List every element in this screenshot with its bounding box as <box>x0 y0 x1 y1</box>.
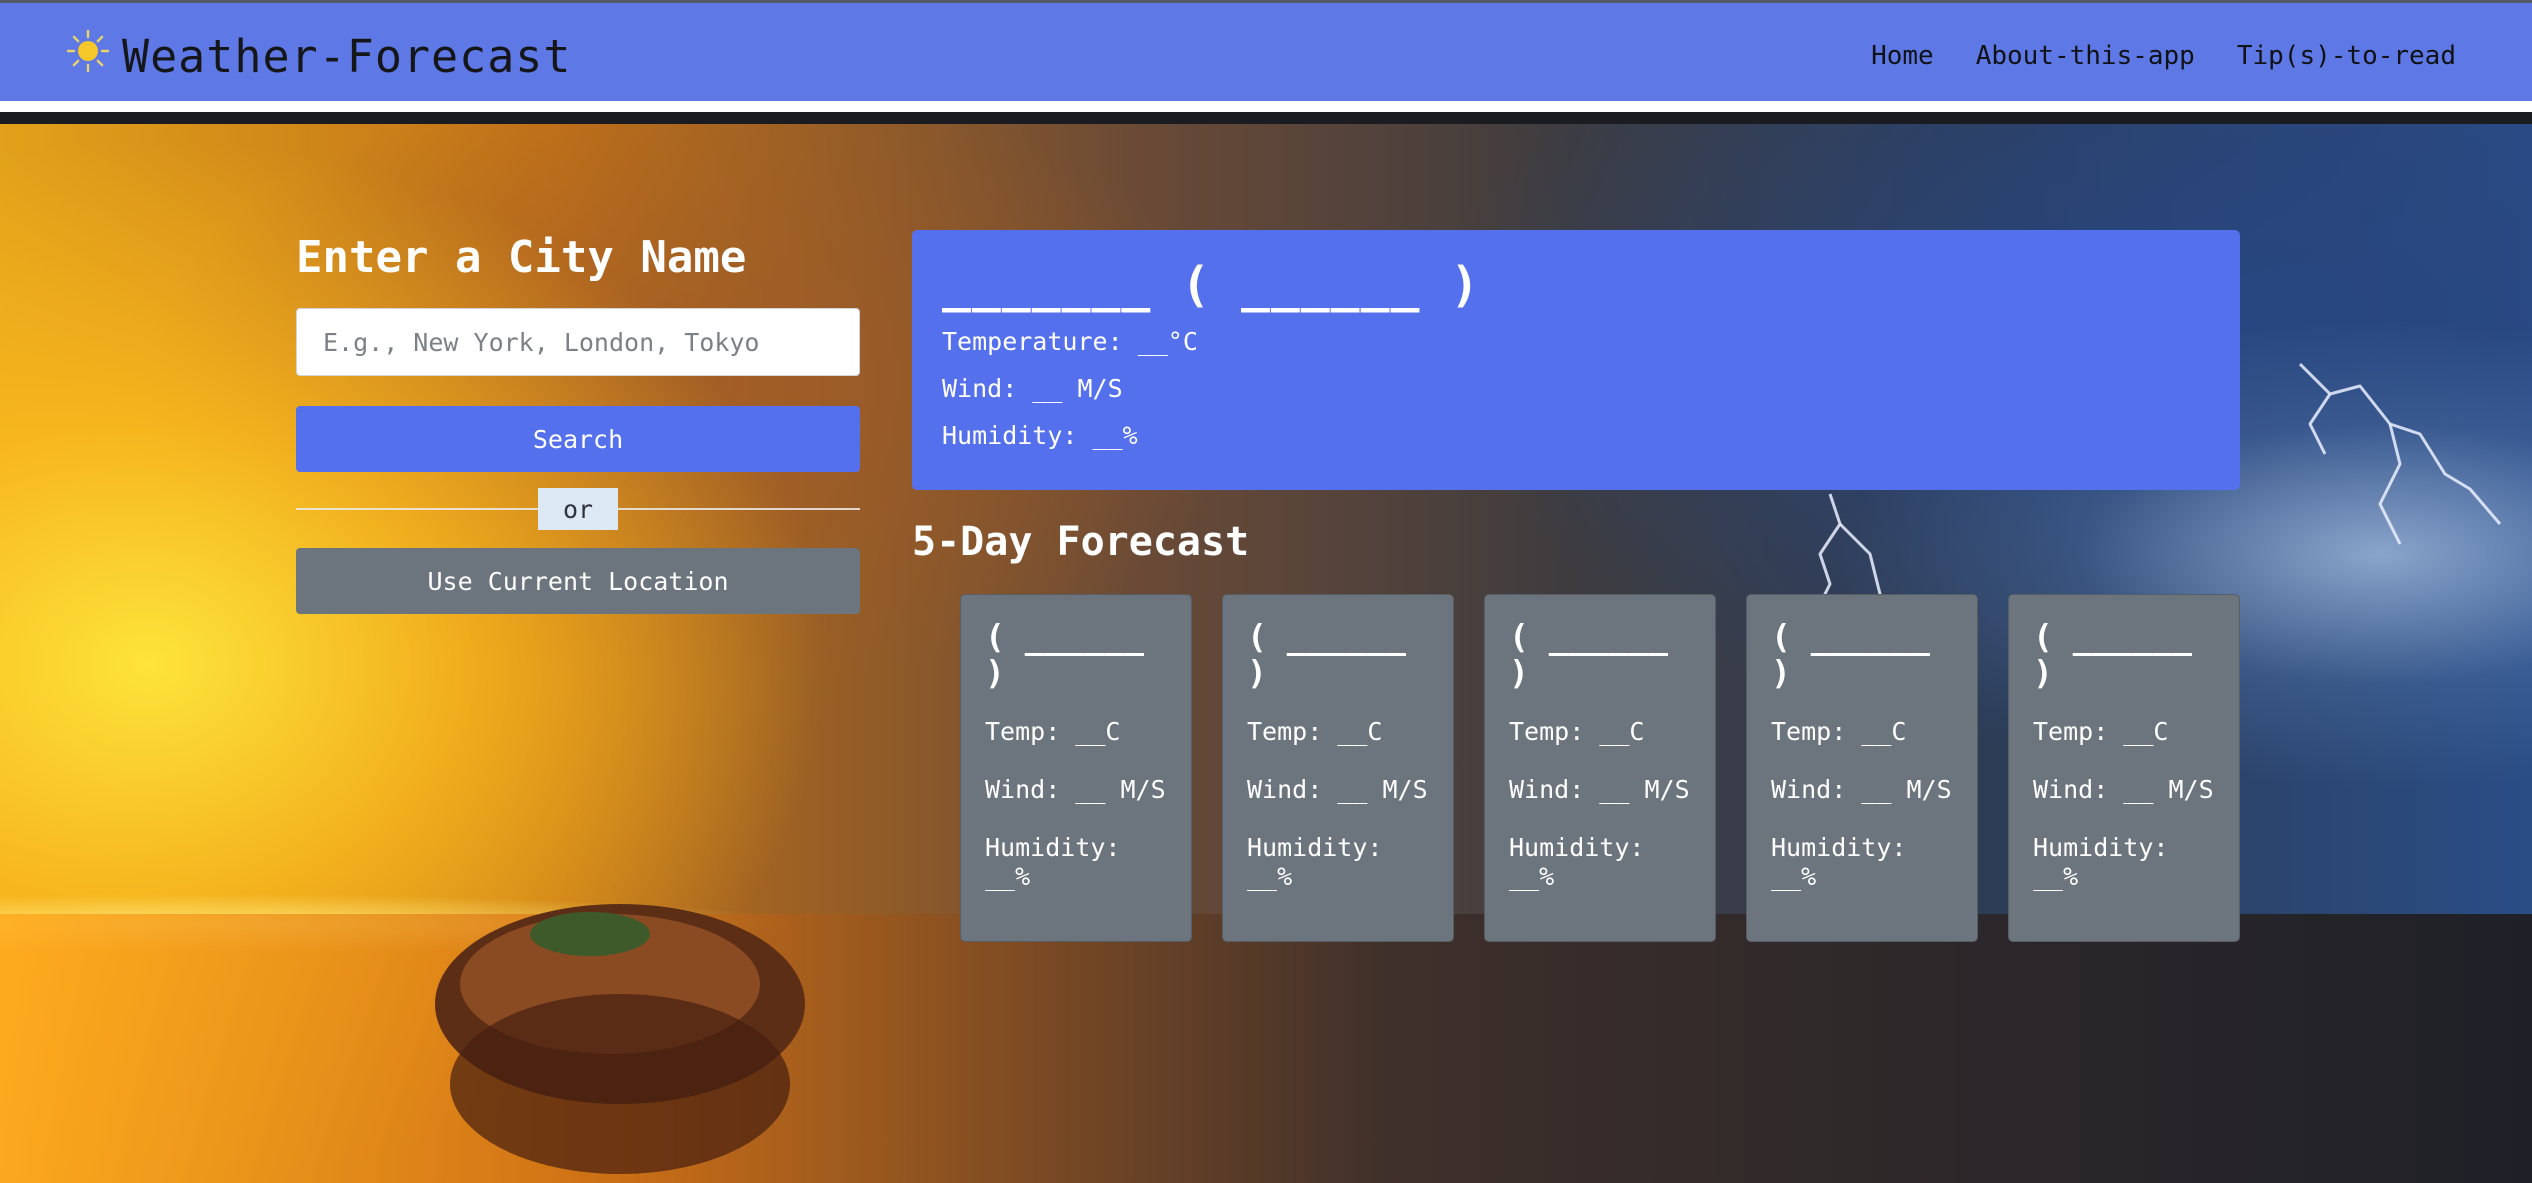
forecast-wind: Wind: __ M/S <box>1247 775 1428 804</box>
forecast-wind: Wind: __ M/S <box>2033 775 2214 804</box>
current-weather-card: _______ ( ______ ) Temperature: __°C Win… <box>912 230 2240 490</box>
forecast-date: ( ______ ) <box>1247 617 1406 692</box>
forecast-wind: Wind: __ M/S <box>1771 775 1952 804</box>
forecast-temp: Temp: __C <box>985 717 1121 746</box>
forecast-humidity: Humidity: __% <box>1771 833 1907 891</box>
forecast-temp: Temp: __C <box>1509 717 1645 746</box>
search-button[interactable]: Search <box>296 406 860 472</box>
forecast-temp: Temp: __C <box>2033 717 2169 746</box>
city-search-input[interactable] <box>296 308 860 376</box>
forecast-wind: Wind: __ M/S <box>1509 775 1690 804</box>
forecast-date: ( ______ ) <box>985 617 1144 692</box>
brand-title: Weather-Forecast <box>122 29 572 83</box>
brand[interactable]: Weather-Forecast <box>66 21 571 91</box>
forecast-temp: Temp: __C <box>1771 717 1907 746</box>
forecast-card: ( ______ ) Temp: __C Wind: __ M/S Humidi… <box>1746 594 1978 942</box>
sun-icon <box>66 29 110 84</box>
search-title: Enter a City Name <box>296 232 747 283</box>
search-panel: Enter a City Name Search or Use Current … <box>296 228 860 614</box>
forecast-wind: Wind: __ M/S <box>985 775 1166 804</box>
forecast-date: ( ______ ) <box>1509 617 1668 692</box>
current-city-date: _______ ( ______ ) <box>942 257 1481 313</box>
forecast-card: ( ______ ) Temp: __C Wind: __ M/S Humidi… <box>960 594 1192 942</box>
current-temperature: Temperature: __°C <box>942 327 1198 356</box>
forecast-humidity: Humidity: __% <box>1247 833 1383 891</box>
navbar: Weather-Forecast Home About-this-app Tip… <box>0 0 2532 112</box>
nav-link-tips[interactable]: Tip(s)-to-read <box>2237 41 2456 71</box>
forecast-date: ( ______ ) <box>2033 617 2192 692</box>
current-humidity: Humidity: __% <box>942 421 1138 450</box>
nav-link-home[interactable]: Home <box>1871 41 1934 71</box>
forecast-humidity: Humidity: __% <box>2033 833 2169 891</box>
nav-links: Home About-this-app Tip(s)-to-read <box>1871 41 2456 71</box>
nav-link-about[interactable]: About-this-app <box>1976 41 2195 71</box>
forecast-title: 5-Day Forecast <box>912 519 1250 565</box>
forecast-humidity: Humidity: __% <box>985 833 1121 891</box>
forecast-card: ( ______ ) Temp: __C Wind: __ M/S Humidi… <box>1222 594 1454 942</box>
forecast-row: ( ______ ) Temp: __C Wind: __ M/S Humidi… <box>960 594 2240 944</box>
use-current-location-button[interactable]: Use Current Location <box>296 548 860 614</box>
forecast-date: ( ______ ) <box>1771 617 1930 692</box>
forecast-card: ( ______ ) Temp: __C Wind: __ M/S Humidi… <box>1484 594 1716 942</box>
or-separator: or <box>538 488 618 530</box>
current-wind: Wind: __ M/S <box>942 374 1123 403</box>
forecast-temp: Temp: __C <box>1247 717 1383 746</box>
forecast-card: ( ______ ) Temp: __C Wind: __ M/S Humidi… <box>2008 594 2240 942</box>
forecast-humidity: Humidity: __% <box>1509 833 1645 891</box>
